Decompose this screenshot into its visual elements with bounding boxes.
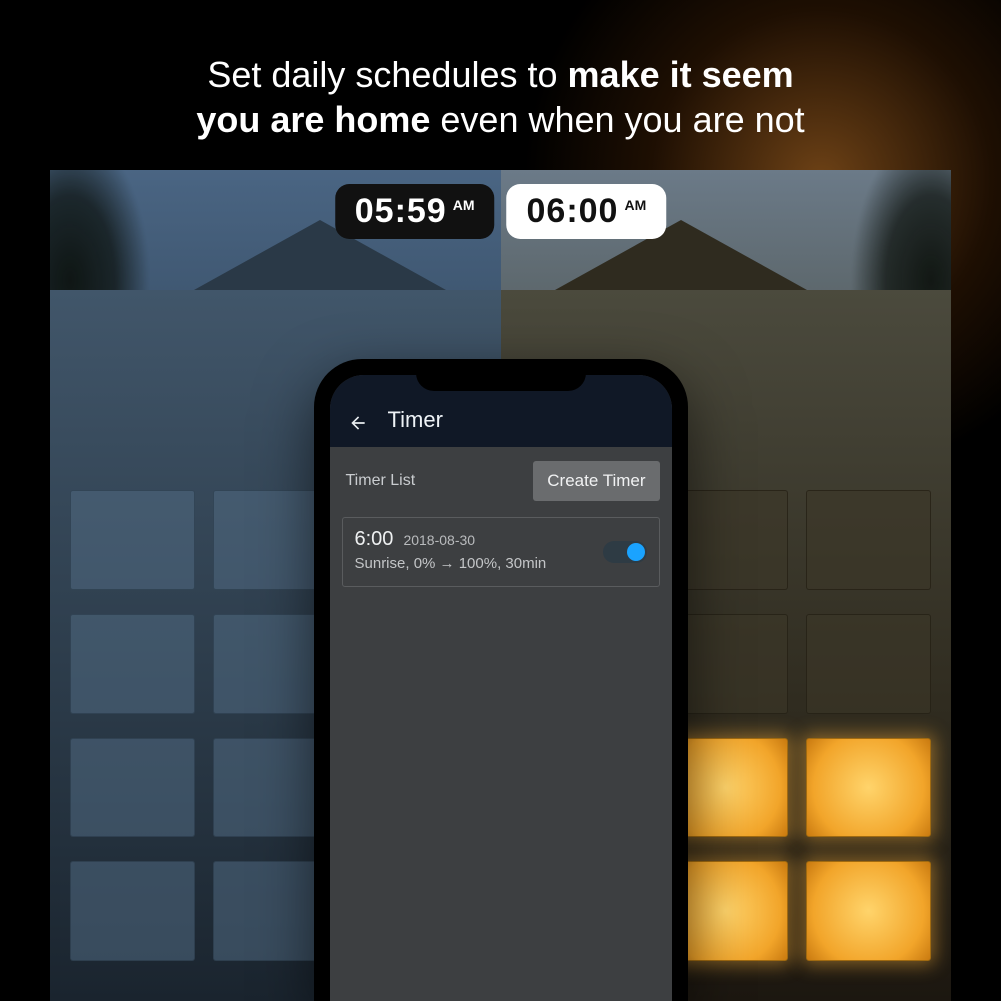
window: [70, 490, 195, 590]
app-screen: Timer Timer List Create Timer 6:00 2018-…: [330, 375, 672, 1001]
headline: Set daily schedules to make it seem you …: [0, 52, 1001, 142]
window: [70, 861, 195, 961]
timer-card[interactable]: 6:00 2018-08-30 Sunrise, 0% → 100%, 30mi…: [342, 517, 660, 587]
time-pill-after: 06:00 AM: [507, 184, 667, 239]
time-pills: 05:59 AM 06:00 AM: [335, 184, 667, 239]
time-value: 05:59: [355, 192, 447, 231]
window: [806, 490, 931, 590]
window: [70, 738, 195, 838]
timer-list-header: Timer List Create Timer: [330, 447, 672, 511]
time-ampm: AM: [453, 197, 475, 213]
time-ampm: AM: [624, 197, 646, 213]
create-timer-button[interactable]: Create Timer: [533, 461, 659, 501]
window: [806, 614, 931, 714]
timer-time: 6:00: [355, 528, 394, 551]
headline-part: even when you are not: [430, 99, 804, 140]
window-lit: [806, 861, 931, 961]
phone-mockup: Timer Timer List Create Timer 6:00 2018-…: [316, 361, 686, 1001]
time-value: 06:00: [527, 192, 619, 231]
headline-part: Set daily schedules to: [207, 54, 567, 95]
back-arrow-icon[interactable]: [348, 413, 368, 433]
timer-date: 2018-08-30: [403, 532, 475, 548]
page-title: Timer: [388, 407, 443, 433]
toggle-knob: [627, 543, 645, 561]
headline-bold: you are home: [196, 99, 430, 140]
phone-notch: [416, 361, 586, 391]
timer-toggle[interactable]: [603, 541, 647, 563]
timer-description: Sunrise, 0% → 100%, 30min: [355, 555, 647, 572]
window-lit: [806, 738, 931, 838]
window: [70, 614, 195, 714]
time-pill-before: 05:59 AM: [335, 184, 495, 239]
timer-list-label: Timer List: [346, 472, 416, 490]
headline-bold: make it seem: [568, 54, 794, 95]
